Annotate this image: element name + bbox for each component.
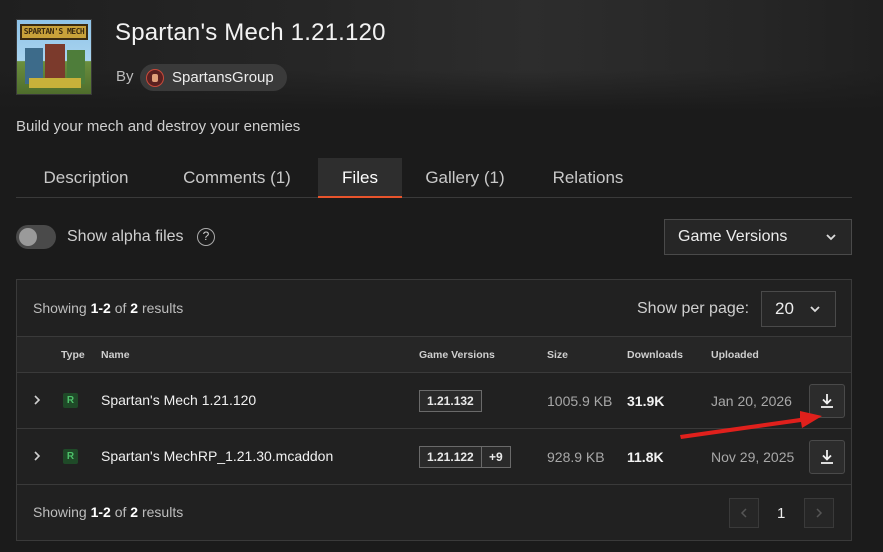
author-name: SpartansGroup [172, 69, 274, 86]
results-summary-top: Showing 1-2 of 2 results [33, 300, 183, 316]
header-type[interactable]: Type [61, 349, 85, 361]
showing-suffix: results [141, 300, 184, 316]
show-alpha-toggle[interactable] [16, 225, 56, 249]
help-icon[interactable]: ? [197, 228, 215, 246]
download-count: 11.8K [627, 449, 664, 465]
project-header-background [0, 0, 883, 110]
pagination-next-button[interactable] [804, 498, 834, 528]
results-toolbar: Showing 1-2 of 2 results Show per page: … [17, 280, 851, 336]
author-avatar [146, 68, 164, 87]
file-size: 1005.9 KB [547, 393, 613, 409]
table-row[interactable]: R Spartan's Mech 1.21.120 1.21.132 1005.… [17, 373, 851, 429]
chevron-down-icon [826, 234, 836, 241]
showing-total: 2 [130, 504, 139, 520]
file-name[interactable]: Spartan's MechRP_1.21.30.mcaddon [101, 448, 333, 464]
header-uploaded[interactable]: Uploaded [711, 349, 759, 361]
file-name[interactable]: Spartan's Mech 1.21.120 [101, 392, 256, 408]
tab-description[interactable]: Description [16, 158, 156, 198]
header-game-versions[interactable]: Game Versions [419, 349, 495, 361]
chevron-left-icon [740, 508, 747, 518]
by-label: By [116, 68, 134, 85]
project-thumbnail[interactable]: SPARTAN'S MECH [16, 19, 92, 95]
showing-prefix: Showing [33, 504, 87, 520]
chevron-down-icon [810, 306, 820, 313]
game-version-chip[interactable]: 1.21.122 [419, 446, 482, 468]
chevron-right-icon[interactable] [29, 448, 45, 464]
file-size: 928.9 KB [547, 449, 605, 465]
release-type-badge: R [63, 393, 78, 408]
download-icon [821, 450, 833, 464]
showing-total: 2 [130, 300, 139, 316]
showing-of: of [114, 300, 127, 316]
toggle-knob [19, 228, 37, 246]
tab-files[interactable]: Files [318, 158, 402, 198]
project-summary: Build your mech and destroy your enemies [16, 118, 301, 135]
header-name[interactable]: Name [101, 349, 130, 361]
upload-date: Jan 20, 2026 [711, 393, 792, 409]
per-page-dropdown[interactable]: 20 [761, 291, 836, 327]
table-row[interactable]: R Spartan's MechRP_1.21.30.mcaddon 1.21.… [17, 429, 851, 485]
chevron-right-icon[interactable] [29, 392, 45, 408]
showing-of: of [114, 504, 127, 520]
pagination-prev-button[interactable] [729, 498, 759, 528]
download-count: 31.9K [627, 393, 665, 409]
thumbnail-mech-yellow [29, 78, 81, 88]
header-downloads[interactable]: Downloads [627, 349, 683, 361]
showing-prefix: Showing [33, 300, 87, 316]
thumbnail-title: SPARTAN'S MECH [20, 24, 88, 40]
header-size[interactable]: Size [547, 349, 568, 361]
download-button[interactable] [809, 440, 845, 474]
showing-range: 1-2 [90, 300, 111, 316]
release-type-badge: R [63, 449, 78, 464]
more-versions-chip[interactable]: +9 [481, 446, 511, 468]
game-version-chip[interactable]: 1.21.132 [419, 390, 482, 412]
download-button[interactable] [809, 384, 845, 418]
table-header: Type Name Game Versions Size Downloads U… [17, 336, 851, 373]
show-alpha-label: Show alpha files [67, 228, 184, 245]
per-page-label: Show per page: [637, 300, 750, 317]
author-chip[interactable]: SpartansGroup [140, 64, 287, 91]
project-title: Spartan's Mech 1.21.120 [115, 19, 386, 46]
pagination-page-1[interactable]: 1 [777, 505, 785, 522]
per-page-value: 20 [775, 299, 794, 318]
results-summary-bottom: Showing 1-2 of 2 results [33, 504, 183, 520]
chevron-right-icon [816, 508, 823, 518]
showing-suffix: results [141, 504, 184, 520]
game-versions-dropdown[interactable]: Game Versions [664, 219, 852, 255]
showing-range: 1-2 [90, 504, 111, 520]
game-versions-label: Game Versions [678, 228, 788, 245]
download-icon [821, 394, 833, 408]
files-panel: Showing 1-2 of 2 results Show per page: … [16, 279, 852, 541]
upload-date: Nov 29, 2025 [711, 449, 795, 465]
tab-relations[interactable]: Relations [528, 158, 648, 198]
project-tabs: Description Comments (1) Files Gallery (… [16, 158, 852, 198]
tab-gallery[interactable]: Gallery (1) [402, 158, 528, 198]
tab-comments[interactable]: Comments (1) [156, 158, 318, 198]
